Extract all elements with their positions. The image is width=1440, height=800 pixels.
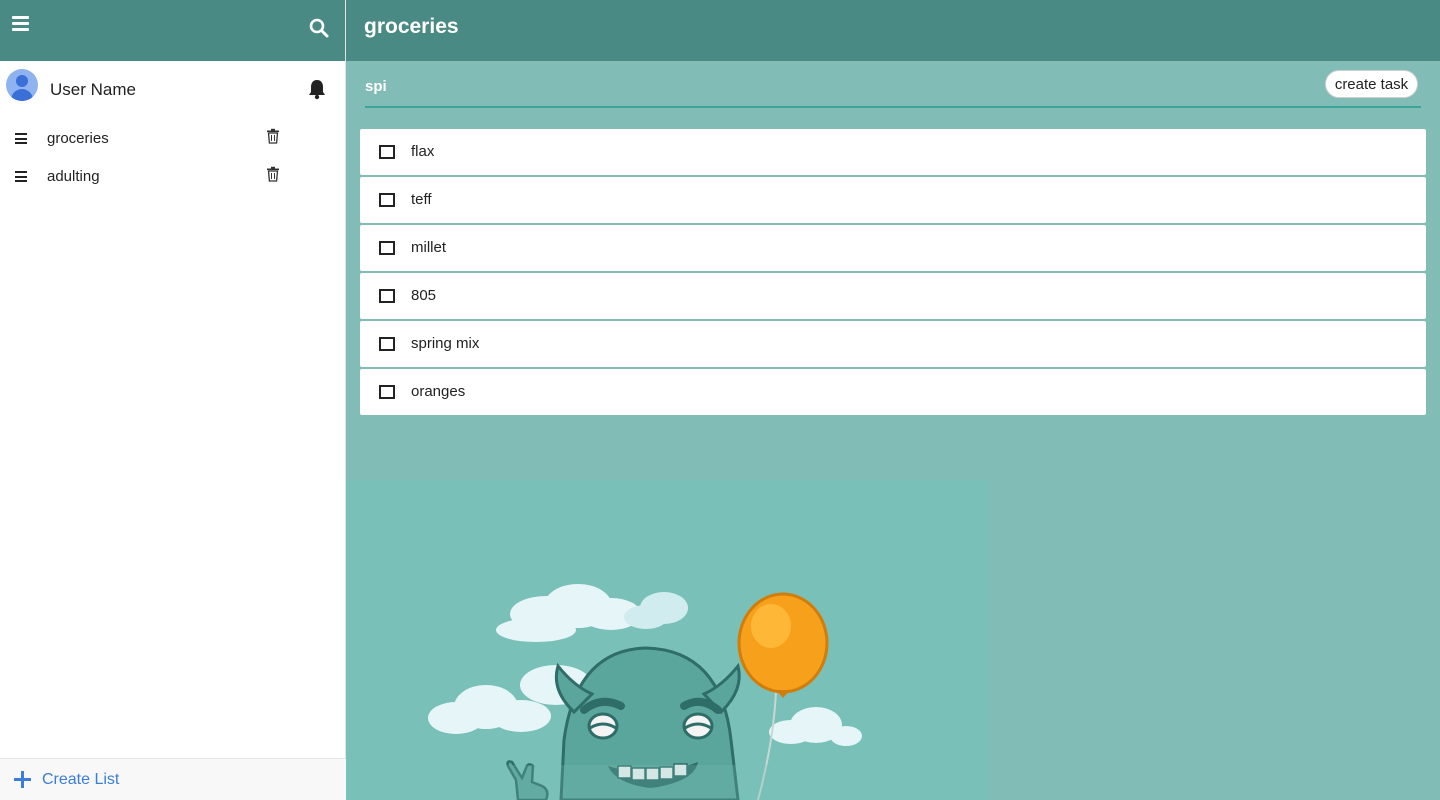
list-collection: groceries adulting <box>0 120 346 196</box>
bell-icon[interactable] <box>306 78 328 100</box>
task-item[interactable]: flax <box>360 129 1426 175</box>
task-checkbox[interactable] <box>379 241 395 255</box>
search-icon[interactable] <box>308 17 330 39</box>
sidebar-header <box>0 0 345 61</box>
task-label: oranges <box>411 383 466 400</box>
create-list-label: Create List <box>42 771 120 788</box>
sidebar-item-adulting[interactable]: adulting <box>0 158 346 196</box>
task-item[interactable]: teff <box>360 177 1426 223</box>
task-label: spring mix <box>411 335 480 352</box>
main-header: groceries <box>346 0 1440 61</box>
sidebar-item-groceries[interactable]: groceries <box>0 120 346 158</box>
main-panel: groceries create task flax teff millet 8… <box>346 0 1440 800</box>
sidebar-item-label: groceries <box>47 130 109 147</box>
user-profile: User Name <box>0 61 346 113</box>
task-item[interactable]: spring mix <box>360 321 1426 367</box>
monster-illustration <box>346 480 989 800</box>
sidebar-item-label: adulting <box>47 168 100 185</box>
task-checkbox[interactable] <box>379 385 395 399</box>
task-checkbox[interactable] <box>379 193 395 207</box>
task-checkbox[interactable] <box>379 145 395 159</box>
trash-icon[interactable] <box>266 128 280 144</box>
drag-handle-icon[interactable] <box>15 133 27 144</box>
task-checkbox[interactable] <box>379 289 395 303</box>
new-task-form: create task <box>365 68 1421 108</box>
user-avatar-icon[interactable] <box>6 69 38 101</box>
task-item[interactable]: oranges <box>360 369 1426 415</box>
task-item[interactable]: 805 <box>360 273 1426 319</box>
trash-icon[interactable] <box>266 166 280 182</box>
task-label: flax <box>411 143 435 160</box>
hamburger-icon[interactable] <box>12 16 29 31</box>
new-task-input[interactable] <box>365 72 1265 100</box>
task-checkbox[interactable] <box>379 337 395 351</box>
user-name: User Name <box>50 80 136 99</box>
task-label: teff <box>411 191 432 208</box>
create-task-button[interactable]: create task <box>1325 70 1418 98</box>
task-list: flax teff millet 805 spring mix oranges <box>360 129 1426 417</box>
task-label: 805 <box>411 287 437 304</box>
drag-handle-icon[interactable] <box>15 171 27 182</box>
task-item[interactable]: millet <box>360 225 1426 271</box>
task-label: millet <box>411 239 447 256</box>
plus-icon <box>14 771 31 788</box>
page-title: groceries <box>364 15 459 38</box>
create-list-button[interactable]: Create List <box>0 758 346 800</box>
sidebar: User Name groceries adulting Create List <box>0 0 346 800</box>
